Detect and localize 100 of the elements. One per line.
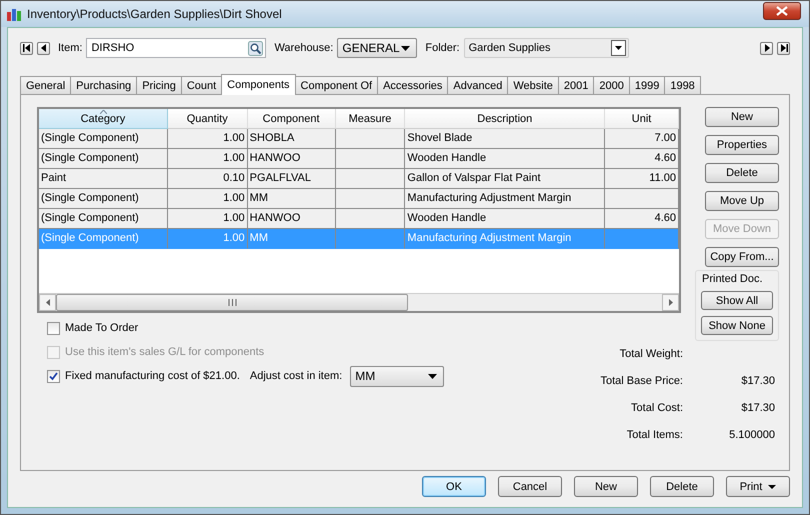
- table-row[interactable]: Paint 0.10 PGALFLVAL Gallon of Valspar Flat Paint 11.00: [39, 169, 679, 189]
- total-value: 5.100000: [729, 429, 775, 441]
- checkbox[interactable]: [47, 322, 60, 334]
- checkbox[interactable]: [47, 370, 60, 382]
- column-header[interactable]: Unit: [605, 109, 679, 129]
- table-cell: 1.00: [168, 209, 248, 229]
- action-button[interactable]: New: [705, 107, 779, 127]
- table-cell: [336, 129, 406, 149]
- window-title: Inventory\Products\Garden Supplies\Dirt Shovel: [27, 7, 282, 21]
- dialog-button[interactable]: Delete: [650, 476, 714, 497]
- table-cell: 7.00: [605, 129, 679, 149]
- checkbox-label: Made To Order: [65, 322, 138, 334]
- table-cell: (Single Component): [39, 209, 168, 229]
- tab[interactable]: Purchasing: [70, 76, 138, 94]
- action-button[interactable]: Show None: [701, 316, 773, 335]
- item-field[interactable]: DIRSHO: [86, 38, 266, 58]
- folder-label: Folder:: [425, 42, 460, 54]
- table-cell: Manufacturing Adjustment Margin: [405, 229, 606, 249]
- table-cell: 1.00: [168, 189, 248, 209]
- group-title: Printed Doc.: [702, 273, 763, 285]
- table-cell: (Single Component): [39, 149, 168, 169]
- adjust-item-dropdown[interactable]: MM: [350, 366, 444, 386]
- table-cell: Shovel Blade: [405, 129, 606, 149]
- warehouse-dropdown[interactable]: GENERAL: [337, 38, 418, 58]
- search-icon[interactable]: [248, 40, 264, 56]
- item-label: Item:: [58, 42, 82, 54]
- column-header[interactable]: Component: [248, 109, 336, 129]
- table-row[interactable]: (Single Component) 1.00 SHOBLA Shovel Blade 7.00: [39, 129, 679, 149]
- scroll-right-icon[interactable]: [668, 299, 672, 306]
- close-icon: [776, 6, 788, 16]
- total-label: Total Items:: [626, 429, 683, 441]
- action-button[interactable]: Properties: [705, 135, 779, 155]
- tab[interactable]: Components: [221, 74, 296, 95]
- caret-icon: [614, 46, 622, 50]
- column-header[interactable]: Category: [39, 109, 168, 129]
- caret-icon: [428, 374, 438, 378]
- action-button[interactable]: Move Up: [705, 191, 779, 211]
- dialog-button[interactable]: OK: [422, 476, 486, 497]
- scroll-left-icon[interactable]: [46, 299, 50, 306]
- table-row[interactable]: (Single Component) 1.00 HANWOO Wooden Handle 4.60: [39, 149, 679, 169]
- dialog-button[interactable]: Cancel: [498, 476, 562, 497]
- table-cell: [336, 149, 406, 169]
- table-cell: [336, 189, 406, 209]
- tab[interactable]: Advanced: [447, 76, 508, 94]
- last-record-button[interactable]: [777, 42, 790, 54]
- table-cell: 1.00: [168, 229, 248, 249]
- tab[interactable]: 2000: [593, 76, 630, 94]
- tab[interactable]: Website: [507, 76, 559, 94]
- tab[interactable]: Component Of: [294, 76, 378, 94]
- horizontal-scrollbar[interactable]: [39, 293, 679, 311]
- tab[interactable]: 1999: [628, 76, 666, 94]
- checkbox-label: Fixed manufacturing cost of $21.00.: [65, 370, 240, 382]
- action-button[interactable]: Show All: [701, 291, 773, 310]
- next-icon: [762, 44, 770, 52]
- table-cell: (Single Component): [39, 229, 168, 249]
- checkbox-label: Use this item's sales G/L for components: [65, 346, 264, 358]
- total-label: Total Base Price:: [599, 375, 683, 387]
- close-button[interactable]: [763, 2, 801, 20]
- app-icon: [6, 6, 22, 22]
- table-cell: [336, 229, 406, 249]
- table-row[interactable]: (Single Component) 1.00 HANWOO Wooden Handle 4.60: [39, 209, 679, 229]
- table-cell: 4.60: [605, 209, 679, 229]
- first-record-button[interactable]: [20, 42, 33, 54]
- caret-icon: [401, 46, 410, 50]
- table-cell: Manufacturing Adjustment Margin: [405, 189, 606, 209]
- first-icon: [22, 44, 30, 52]
- warehouse-label: Warehouse:: [274, 42, 334, 54]
- table-cell: SHOBLA: [248, 129, 336, 149]
- dialog-button[interactable]: New: [574, 476, 638, 497]
- column-header[interactable]: Quantity: [168, 109, 248, 129]
- tab[interactable]: Accessories: [377, 76, 448, 94]
- next-record-button[interactable]: [760, 42, 773, 54]
- table-cell: 11.00: [605, 169, 679, 189]
- table-cell: [336, 209, 406, 229]
- tab[interactable]: 1998: [664, 76, 701, 94]
- tab[interactable]: 2001: [558, 76, 594, 94]
- grip-icon: [228, 299, 236, 306]
- tab[interactable]: Pricing: [136, 76, 182, 94]
- table-cell: 0.10: [168, 169, 248, 189]
- table-row[interactable]: (Single Component) 1.00 MM Manufacturing Adjustment Margin: [39, 189, 679, 209]
- previous-icon: [40, 44, 48, 52]
- table-cell: 4.60: [605, 149, 679, 169]
- action-button[interactable]: Copy From...: [705, 247, 779, 267]
- last-icon: [780, 44, 788, 52]
- total-value: $17.30: [741, 402, 775, 414]
- table-cell: PGALFLVAL: [248, 169, 336, 189]
- column-header[interactable]: Description: [405, 109, 606, 129]
- tab[interactable]: General: [20, 76, 72, 94]
- dialog-button[interactable]: Print: [726, 476, 790, 497]
- table-cell: (Single Component): [39, 129, 168, 149]
- total-value: $17.30: [741, 375, 775, 387]
- total-label: Total Weight:: [618, 348, 683, 360]
- previous-record-button[interactable]: [37, 42, 50, 54]
- action-button[interactable]: Delete: [705, 163, 779, 183]
- table-cell: Paint: [39, 169, 168, 189]
- folder-dropdown[interactable]: Garden Supplies: [464, 38, 629, 58]
- column-header[interactable]: Measure: [336, 109, 406, 129]
- total-label: Total Cost:: [630, 402, 683, 414]
- table-cell: Wooden Handle: [405, 209, 606, 229]
- tab[interactable]: Count: [180, 76, 222, 94]
